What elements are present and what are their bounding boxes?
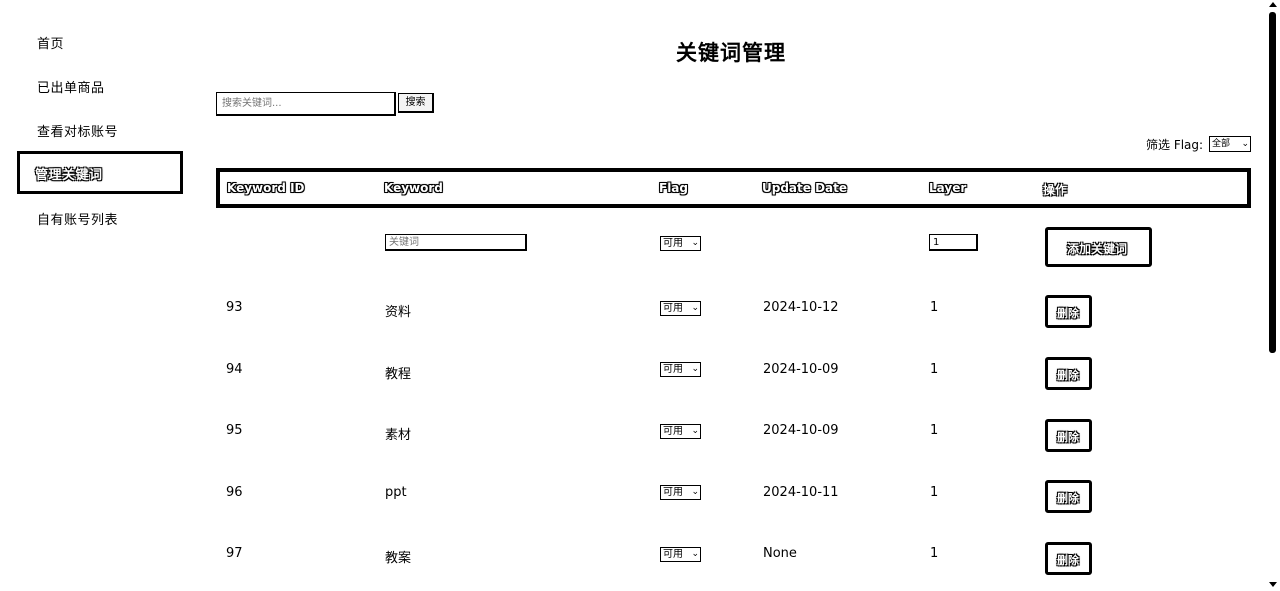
cell-keyword: 资料 xyxy=(385,305,412,320)
scroll-down-icon[interactable] xyxy=(1269,582,1277,587)
cell-keyword-id: 95 xyxy=(226,423,243,438)
header-keyword-id: Keyword ID xyxy=(227,181,305,195)
new-layer-input[interactable] xyxy=(929,234,978,251)
cell-update-date: None xyxy=(763,546,797,561)
header-actions: 操作 xyxy=(1043,183,1068,197)
row-flag-select[interactable]: 可用 ⌄ xyxy=(660,301,701,316)
delete-button[interactable]: 删除 xyxy=(1045,542,1092,575)
header-keyword: Keyword xyxy=(384,181,443,195)
delete-label: 删除 xyxy=(1057,432,1079,444)
chevron-down-icon: ⌄ xyxy=(691,238,699,248)
chevron-down-icon: ⌄ xyxy=(691,487,699,497)
filter-selected-value: 全部 xyxy=(1212,139,1231,149)
header-flag: Flag xyxy=(659,181,688,195)
sidebar-item-home[interactable]: 首页 xyxy=(37,33,64,52)
flag-select-value: 可用 xyxy=(663,426,683,437)
add-keyword-label: 添加关键词 xyxy=(1067,242,1128,256)
cell-update-date: 2024-10-09 xyxy=(763,362,839,377)
delete-label: 删除 xyxy=(1057,308,1079,320)
scrollbar-thumb[interactable] xyxy=(1269,12,1276,353)
header-layer: Layer xyxy=(929,181,967,195)
sidebar: 首页 已出单商品 查看对标账号 管理关键词 自有账号列表 xyxy=(0,0,200,591)
cell-layer: 1 xyxy=(930,362,939,377)
flag-select-value: 可用 xyxy=(663,549,683,560)
cell-layer: 1 xyxy=(930,300,939,315)
row-flag-select[interactable]: 可用 ⌄ xyxy=(660,424,701,439)
sidebar-item-benchmark-accounts[interactable]: 查看对标账号 xyxy=(37,121,118,140)
cell-keyword-id: 97 xyxy=(226,546,243,561)
delete-label: 删除 xyxy=(1057,555,1079,567)
delete-label: 删除 xyxy=(1057,370,1079,382)
row-flag-select[interactable]: 可用 ⌄ xyxy=(660,362,701,377)
sidebar-item-manage-keywords[interactable]: 管理关键词 xyxy=(17,151,183,194)
flag-filter-select[interactable]: 全部 ⌄ xyxy=(1209,136,1251,152)
new-keyword-input[interactable] xyxy=(385,234,527,251)
chevron-down-icon: ⌄ xyxy=(691,549,699,559)
cell-update-date: 2024-10-12 xyxy=(763,300,839,315)
flag-select-value: 可用 xyxy=(663,364,683,375)
chevron-down-icon: ⌄ xyxy=(691,426,699,436)
cell-keyword: 素材 xyxy=(385,428,412,443)
row-flag-select[interactable]: 可用 ⌄ xyxy=(660,485,701,500)
scroll-up-icon[interactable] xyxy=(1269,2,1277,7)
filter-label: 筛选 Flag: xyxy=(1146,138,1204,152)
chevron-down-icon: ⌄ xyxy=(691,303,699,313)
chevron-down-icon: ⌄ xyxy=(1241,139,1249,149)
delete-button[interactable]: 删除 xyxy=(1045,295,1092,328)
delete-button[interactable]: 删除 xyxy=(1045,480,1092,513)
cell-update-date: 2024-10-09 xyxy=(763,423,839,438)
sidebar-item-sold-products[interactable]: 已出单商品 xyxy=(37,77,105,96)
delete-button[interactable]: 删除 xyxy=(1045,419,1092,452)
flag-select-value: 可用 xyxy=(663,238,683,249)
delete-button[interactable]: 删除 xyxy=(1045,357,1092,390)
cell-layer: 1 xyxy=(930,485,939,500)
cell-keyword-id: 94 xyxy=(226,362,243,377)
search-input[interactable] xyxy=(216,92,396,116)
search-button[interactable]: 搜索 xyxy=(398,93,434,113)
row-flag-select[interactable]: 可用 ⌄ xyxy=(660,547,701,562)
cell-update-date: 2024-10-11 xyxy=(763,485,839,500)
cell-keyword: 教案 xyxy=(385,551,412,566)
cell-layer: 1 xyxy=(930,546,939,561)
delete-label: 删除 xyxy=(1057,493,1079,505)
add-keyword-button[interactable]: 添加关键词 xyxy=(1045,227,1152,267)
flag-select-value: 可用 xyxy=(663,303,683,314)
chevron-down-icon: ⌄ xyxy=(691,364,699,374)
cell-keyword: 教程 xyxy=(385,367,412,382)
page-title: 关键词管理 xyxy=(676,41,786,65)
cell-layer: 1 xyxy=(930,423,939,438)
cell-keyword: ppt xyxy=(385,485,407,500)
cell-keyword-id: 93 xyxy=(226,300,243,315)
vertical-scrollbar[interactable] xyxy=(1266,0,1280,591)
flag-select-value: 可用 xyxy=(663,487,683,498)
table-header: Keyword ID Keyword Flag Update Date Laye… xyxy=(216,168,1251,208)
cell-keyword-id: 96 xyxy=(226,485,243,500)
new-flag-select[interactable]: 可用 ⌄ xyxy=(660,236,701,251)
sidebar-item-own-accounts[interactable]: 自有账号列表 xyxy=(37,209,118,228)
header-update-date: Update Date xyxy=(762,181,848,195)
sidebar-item-label: 管理关键词 xyxy=(35,168,103,183)
